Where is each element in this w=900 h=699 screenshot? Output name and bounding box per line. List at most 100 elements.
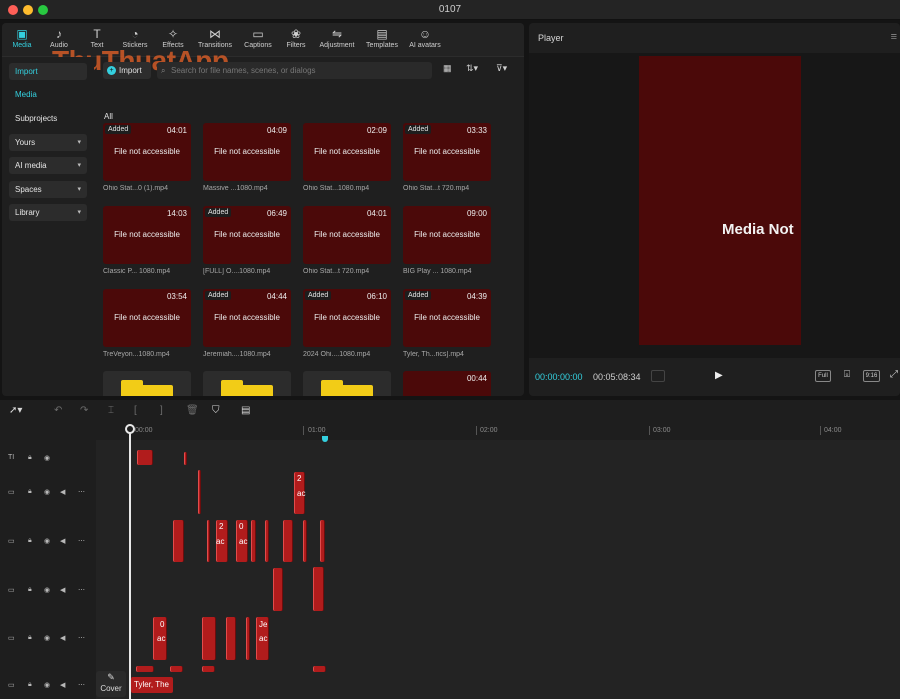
eye-icon[interactable]: ◉ [44,488,50,496]
timeline-clip[interactable] [273,568,283,611]
cover-button[interactable]: ✎ Cover [96,671,126,697]
import-button[interactable]: + Import [103,62,151,79]
lock-icon[interactable]: 🔒︎ [28,488,32,496]
delete-icon[interactable]: 🗑 [186,405,199,416]
timeline-clip[interactable] [137,450,153,465]
more-icon[interactable]: ⋯ [78,537,85,545]
shield-icon[interactable]: ⛉ [212,405,220,416]
marker[interactable] [322,436,328,442]
timeline-clip[interactable] [303,520,307,562]
folder-item[interactable] [303,371,391,396]
tab-filters[interactable]: ❀ Filters [282,26,310,54]
tab-ai-avatars[interactable]: ☺ AI avatars [405,26,445,54]
tab-captions[interactable]: ▭ Captions [240,26,276,54]
media-thumbnail[interactable]: 04:01 File not accessible [303,206,391,264]
timeline-clip[interactable] [198,470,201,514]
timeline-clip[interactable] [184,452,187,465]
timeline-clip[interactable] [202,617,216,660]
split-icon[interactable]: ⌶ [108,405,114,416]
media-thumbnail[interactable]: 03:54 File not accessible [103,289,191,347]
sidebar-item-library[interactable]: Library ▾ [9,204,87,221]
lock-icon[interactable]: 🔒︎ [28,586,32,594]
timeline-clip[interactable] [313,666,326,672]
tab-templates[interactable]: ▤ Templates [362,26,402,54]
timeline-clip[interactable] [251,520,256,562]
split-right-icon[interactable]: ] [160,405,163,416]
redo-icon[interactable]: ↷ [80,405,88,416]
timeline-clip[interactable] [170,666,183,672]
timeline-clip[interactable] [207,520,210,562]
media-thumbnail[interactable]: 02:09 File not accessible [303,123,391,181]
main-track-clip[interactable]: Tyler, The [131,677,173,693]
undo-icon[interactable]: ↶ [54,405,62,416]
timeline-clip[interactable] [136,666,154,672]
more-icon[interactable]: ⋯ [78,488,85,496]
sidebar-item-import[interactable]: Import [9,63,87,80]
more-icon[interactable]: ⋯ [78,681,85,689]
folder-item[interactable] [103,371,191,396]
media-thumbnail[interactable]: Added 04:44 File not accessible [203,289,291,347]
search-input[interactable]: ⌕ Search for file names, scenes, or dial… [157,62,432,79]
timeline-clip[interactable] [246,617,250,660]
tab-adjustment[interactable]: ⇋ Adjustment [315,26,359,54]
timeline-clip[interactable] [313,567,324,611]
sidebar-item-subprojects[interactable]: Subprojects [9,110,87,127]
timeline-ruler[interactable]: 00:00 01:00 02:00 03:00 04:00 [130,424,900,438]
audio-icon[interactable]: ◀︎ [60,634,65,642]
sidebar-item-ai-media[interactable]: AI media ▾ [9,157,87,174]
eye-icon[interactable]: ◉ [44,634,50,642]
screenshot-icon[interactable]: ⌻ [840,370,854,382]
timeline-clip[interactable] [265,520,269,562]
lock-icon[interactable]: 🔒︎ [28,537,32,545]
playhead-handle[interactable] [125,424,135,434]
playhead[interactable] [129,428,131,699]
timeline-clip[interactable] [173,520,184,562]
caption-edit-icon[interactable]: ▤ [241,405,250,416]
media-thumbnail[interactable]: 14:03 File not accessible [103,206,191,264]
chevron-down-icon: ▾ [77,139,81,146]
more-icon[interactable]: ⋯ [78,634,85,642]
media-thumbnail[interactable]: Added 04:01 File not accessible [103,123,191,181]
tab-media[interactable]: ▣ Media [8,26,36,54]
sort-icon[interactable]: ⇅▾ [466,63,478,74]
grid-view-icon[interactable]: ▦ [443,63,452,74]
menu-icon[interactable]: ≡ [891,31,897,43]
audio-icon[interactable]: ◀︎ [60,681,65,689]
eye-icon[interactable]: ◉ [44,537,50,545]
fullscreen-icon[interactable]: ⤢ [889,370,899,382]
media-thumbnail[interactable]: Added 06:49 File not accessible [203,206,291,264]
track-area[interactable] [96,440,900,699]
audio-icon[interactable]: ◀︎ [60,537,65,545]
full-quality-button[interactable]: Full [815,370,831,382]
media-thumbnail[interactable]: 00:44 File not accessible [403,371,491,396]
lock-icon[interactable]: 🔒︎ [28,681,32,689]
audio-icon[interactable]: ◀︎ [60,586,65,594]
split-left-icon[interactable]: [ [134,405,137,416]
more-icon[interactable]: ⋯ [78,586,85,594]
media-thumbnail[interactable]: 09:00 File not accessible [403,206,491,264]
aspect-ratio-button[interactable]: 9:16 [863,370,880,382]
eye-icon[interactable]: ◉ [44,454,50,462]
lock-icon[interactable]: 🔒︎ [28,454,32,462]
filter-icon[interactable]: ⊽▾ [496,63,507,74]
audio-icon[interactable]: ◀︎ [60,488,65,496]
lock-icon[interactable]: 🔒︎ [28,634,32,642]
select-tool-icon[interactable]: ➚▾ [9,405,22,416]
eye-icon[interactable]: ◉ [44,681,50,689]
eye-icon[interactable]: ◉ [44,586,50,594]
sidebar-item-spaces[interactable]: Spaces ▾ [9,181,87,198]
play-button[interactable]: ▶ [715,370,723,381]
timeline-clip[interactable] [320,520,325,562]
media-thumbnail[interactable]: Added 04:39 File not accessible [403,289,491,347]
sidebar-item-yours[interactable]: Yours ▾ [9,134,87,151]
media-filename: Massive ...1080.mp4 [203,185,268,192]
timecode-toggle-icon[interactable] [651,370,665,382]
media-thumbnail[interactable]: Added 03:33 File not accessible [403,123,491,181]
sidebar-item-media[interactable]: Media [9,86,87,103]
timeline-clip[interactable] [202,666,215,672]
timeline-clip[interactable] [226,617,236,660]
timeline-clip[interactable] [283,520,293,562]
media-thumbnail[interactable]: Added 06:10 File not accessible [303,289,391,347]
folder-item[interactable] [203,371,291,396]
media-thumbnail[interactable]: 04:09 File not accessible [203,123,291,181]
